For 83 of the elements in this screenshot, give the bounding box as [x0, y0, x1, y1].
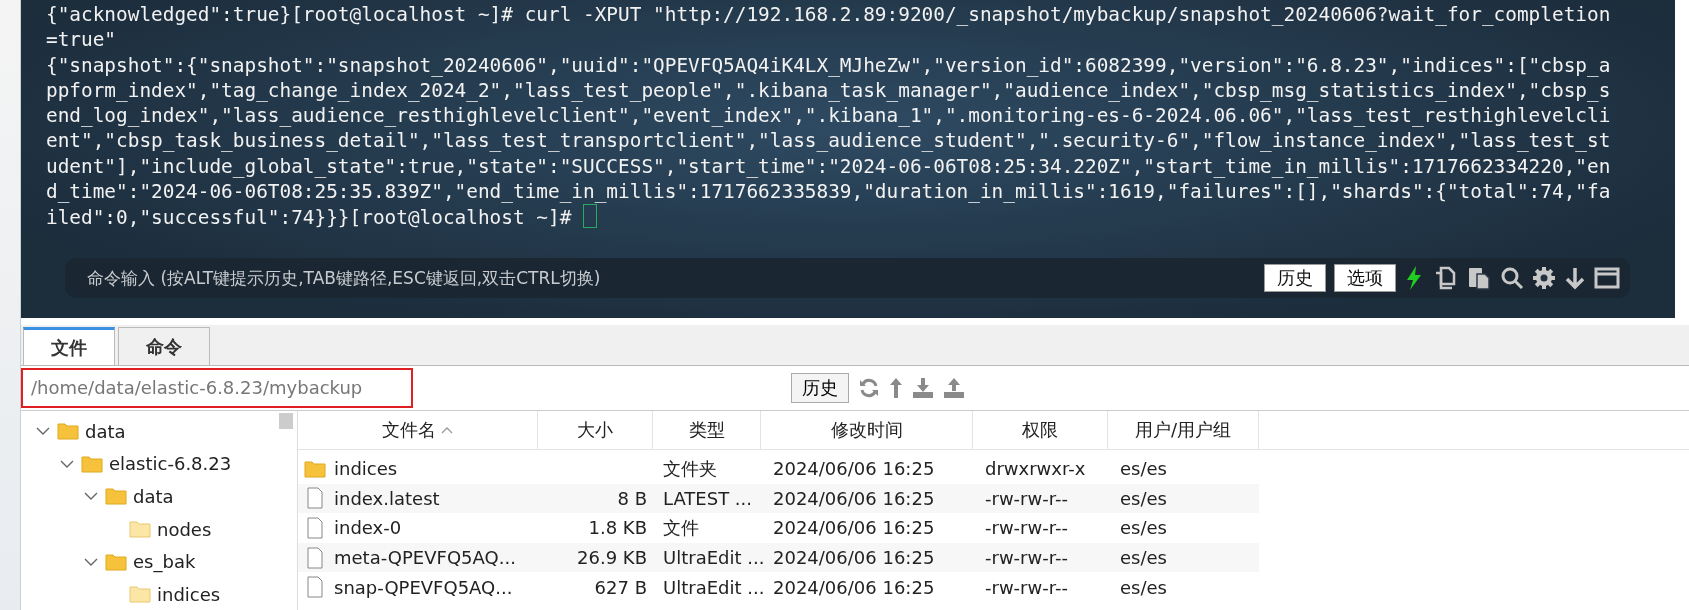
table-cell: 8 B — [617, 487, 647, 509]
table-cell: 2024/06/06 16:25 — [773, 517, 935, 539]
chevron-icon[interactable] — [84, 556, 98, 567]
file-name[interactable]: snap-QPEVFQ5AQ... — [334, 576, 513, 598]
file-name[interactable]: indices — [334, 458, 398, 480]
paste-icon[interactable] — [1466, 265, 1492, 291]
up-arrow-icon[interactable] — [889, 377, 903, 399]
terminal-line: udent"],"include_global_state":true,"state":"SUCCESS","start_time":"2024-06-06T08:25:34.220Z","start_time_in_millis":1717662334220,"en — [46, 154, 1611, 178]
terminal-line: ppform_index","tag_change_index_2024_2","lass_test_people",".kibana_task_manager","audience_index","cbsp_msg_statistics_index","cbsp_s — [46, 78, 1611, 102]
folder-icon — [57, 422, 79, 441]
table-cell: es/es — [1120, 517, 1167, 539]
tree-item[interactable]: indices — [157, 583, 221, 605]
table-cell: -rw-rw-r-- — [985, 487, 1068, 509]
table-cell: LATEST ... — [663, 487, 753, 509]
terminal-line: iled":0,"successful":74}}}[root@localhost ~]# — [46, 206, 573, 230]
chevron-icon[interactable] — [60, 458, 74, 469]
table-cell: 1.8 KB — [588, 517, 647, 539]
tree-item[interactable]: data — [85, 420, 126, 442]
chevron-icon[interactable] — [84, 491, 98, 502]
tree-item[interactable]: data — [133, 486, 174, 507]
table-cell: es/es — [1120, 547, 1167, 569]
table-cell: es/es — [1120, 458, 1167, 480]
file-icon — [304, 487, 326, 510]
tree-item[interactable]: elastic-6.8.23 — [109, 453, 232, 475]
window-icon[interactable] — [1594, 267, 1620, 289]
history-button[interactable]: 历史 — [791, 373, 849, 403]
column-header[interactable]: 权限 — [973, 411, 1108, 449]
table-cell: -rw-rw-r-- — [985, 576, 1068, 598]
folder-icon — [129, 520, 151, 539]
path-field[interactable]: /home/data/elastic-6.8.23/mybackup — [21, 368, 413, 408]
scrollbar[interactable] — [279, 413, 293, 429]
folder-icon — [105, 487, 127, 506]
column-header[interactable]: 文件名 — [298, 411, 538, 449]
file-name[interactable]: index-0 — [334, 517, 402, 539]
table-cell: -rw-rw-r-- — [985, 517, 1068, 539]
file-icon — [304, 576, 326, 599]
terminal-line: {"acknowledged":true}[root@localhost ~]# curl -XPUT "http://192.168.2.89:9200/_snapshot/mybackup/snapshot_20240606?wait_for_completion — [46, 3, 1611, 26]
table-cell: es/es — [1120, 576, 1167, 598]
table-cell: drwxrwxr-x — [985, 458, 1086, 480]
chevron-icon[interactable] — [36, 426, 50, 437]
folder-icon — [81, 454, 103, 473]
file-icon — [304, 517, 326, 539]
terminal-line: =true" — [46, 28, 117, 52]
folder-icon — [304, 459, 326, 478]
column-header[interactable]: 用户/用户组 — [1108, 411, 1259, 449]
terminal-line: {"snapshot":{"snapshot":"snapshot_20240606","uuid":"QPEVFQ5AQ4iK4LX_MJheZw","version_id":6082399,"version":"6.8.23","indices":["cbsp_a — [46, 53, 1611, 77]
table-cell: UltraEdit ... — [663, 547, 765, 569]
search-icon[interactable] — [1500, 266, 1524, 290]
column-header[interactable]: 类型 — [653, 411, 761, 449]
sort-icon — [439, 425, 454, 435]
file-name[interactable]: index.latest — [334, 487, 440, 509]
tree-item[interactable]: es_bak — [133, 551, 196, 573]
history-button[interactable]: 历史 — [1264, 264, 1326, 292]
terminal-line: d_time":"2024-06-06T08:25:35.839Z","end_time_in_millis":1717662335839,"duration_in_millis":1619,"failures":[],"shards":{"total":74,"fa — [46, 180, 1611, 204]
table-cell: 文件 — [663, 516, 699, 540]
folder-icon — [129, 585, 151, 604]
down-arrow-icon[interactable] — [1564, 266, 1586, 290]
folder-icon — [105, 552, 127, 571]
table-cell: 文件夹 — [663, 456, 717, 481]
table-cell: 627 B — [594, 576, 647, 598]
column-header[interactable]: 修改时间 — [761, 411, 973, 449]
terminal-line: ent","cbsp_task_business_detail","lass_test_transportclient","lass_audience_student",".security-6","flow_instance_index","lass_test_st — [46, 129, 1611, 153]
tab[interactable]: 文件 — [23, 327, 115, 365]
column-header[interactable]: 大小 — [538, 411, 653, 449]
options-button[interactable]: 选项 — [1334, 264, 1396, 292]
table-cell: UltraEdit ... — [663, 576, 765, 598]
tree-item[interactable]: nodes — [157, 518, 212, 540]
table-cell: 2024/06/06 16:25 — [773, 547, 935, 569]
table-cell: -rw-rw-r-- — [985, 547, 1068, 569]
table-cell: 2024/06/06 16:25 — [773, 487, 935, 509]
table-cell: 2024/06/06 16:25 — [773, 576, 935, 598]
refresh-icon[interactable] — [858, 377, 880, 399]
file-icon — [304, 546, 326, 569]
terminal-line: end_log_index","lass_audience_resthighlevelclient","event_index",".kibana_1",".monitoring-es-6-2024.06.06","lass_test_resthighlevelcli — [46, 104, 1611, 128]
lightning-icon[interactable] — [1404, 265, 1424, 291]
table-cell: 26.9 KB — [577, 547, 647, 569]
file-name[interactable]: meta-QPEVFQ5AQ... — [334, 547, 516, 569]
tab[interactable]: 命令 — [118, 327, 210, 365]
download-icon[interactable] — [912, 377, 934, 399]
table-cell: es/es — [1120, 487, 1167, 509]
table-cell: 2024/06/06 16:25 — [773, 458, 935, 480]
command-input-bar[interactable]: 命令输入 (按ALT键提示历史,TAB键路径,ESC键返回,双击CTRL切换) 历史 选项 — [65, 258, 1630, 298]
upload-icon[interactable] — [943, 377, 965, 399]
